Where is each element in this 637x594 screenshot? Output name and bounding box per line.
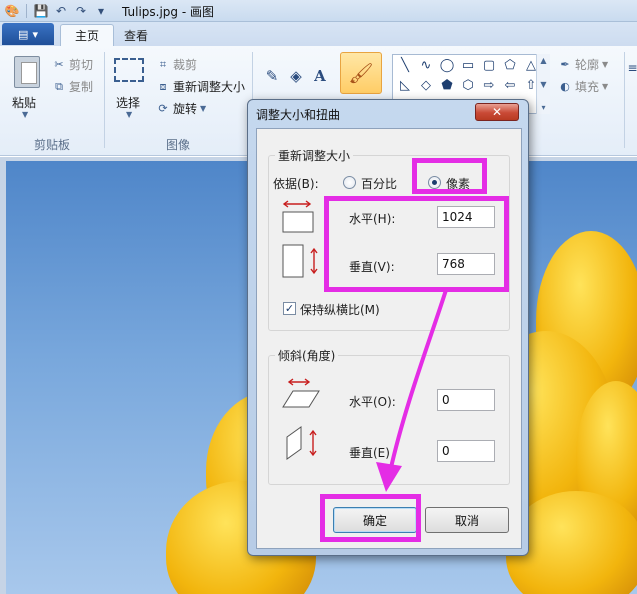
resize-group-legend: 重新调整大小 bbox=[275, 147, 354, 164]
arrow-right-shape-icon[interactable]: ⇨ bbox=[479, 76, 499, 95]
app-menu-button[interactable]: ▤ ▾ bbox=[2, 23, 54, 45]
skew-vertical-input[interactable] bbox=[437, 440, 495, 462]
highlight-ok-button bbox=[320, 494, 421, 542]
skew-group-legend: 倾斜(角度) bbox=[275, 347, 339, 364]
text-tool-icon[interactable]: A bbox=[310, 66, 330, 86]
resize-icon: ⧈ bbox=[159, 79, 167, 93]
size-icon[interactable]: ≡ bbox=[627, 58, 637, 78]
paste-dropdown-icon[interactable]: ▼ bbox=[22, 110, 28, 119]
quick-access-toolbar: 🎨 💾 ↶ ↷ ▾ bbox=[4, 3, 109, 19]
fill-icon: ◐ bbox=[560, 80, 570, 93]
save-icon[interactable]: 💾 bbox=[33, 3, 49, 19]
outline-button[interactable]: ✒ 轮廓 ▼ bbox=[558, 56, 608, 73]
resize-by-label: 依据(B): bbox=[273, 177, 319, 191]
rectangle-shape-icon[interactable]: ▭ bbox=[458, 56, 478, 75]
outline-icon: ✒ bbox=[560, 58, 570, 71]
rotate-dropdown-icon: ▼ bbox=[200, 104, 207, 113]
skew-horizontal-input[interactable] bbox=[437, 389, 495, 411]
menu-list-icon: ▤ bbox=[18, 27, 29, 41]
rotate-label: 旋转 bbox=[173, 102, 198, 116]
brushes-button[interactable]: 🖌 bbox=[340, 52, 382, 94]
crop-icon: ⌗ bbox=[159, 57, 167, 71]
horizontal-resize-icon bbox=[282, 200, 314, 233]
keep-aspect-ratio-checkbox[interactable]: ✓ bbox=[283, 302, 296, 315]
fill-bucket-icon[interactable]: ◈ bbox=[286, 66, 306, 86]
copy-icon: ⧉ bbox=[55, 79, 63, 93]
dialog-title: 调整大小和扭曲 bbox=[256, 108, 341, 122]
scroll-up-icon[interactable]: ▲ bbox=[540, 56, 546, 65]
tab-home[interactable]: 主页 bbox=[60, 24, 115, 46]
fill-dropdown-icon: ▼ bbox=[602, 82, 609, 91]
group-separator bbox=[104, 52, 105, 148]
shapes-scroll[interactable]: ▲ ▼ ▾ bbox=[536, 54, 550, 114]
redo-icon[interactable]: ↷ bbox=[73, 3, 89, 19]
line-shape-icon[interactable]: ╲ bbox=[395, 56, 415, 75]
vertical-resize-icon bbox=[282, 244, 318, 278]
rotate-icon: ⟳ bbox=[158, 102, 168, 115]
oval-shape-icon[interactable]: ◯ bbox=[437, 56, 457, 75]
undo-icon[interactable]: ↶ bbox=[53, 3, 69, 19]
clipboard-group-label: 剪贴板 bbox=[34, 138, 71, 152]
cancel-button[interactable]: 取消 bbox=[425, 507, 509, 533]
paint-app-icon[interactable]: 🎨 bbox=[4, 3, 20, 19]
select-dropdown-icon[interactable]: ▼ bbox=[126, 110, 132, 119]
outline-dropdown-icon: ▼ bbox=[602, 60, 609, 69]
crop-label: 裁剪 bbox=[173, 58, 198, 72]
resize-label: 重新调整大小 bbox=[173, 80, 246, 94]
rounded-rectangle-shape-icon[interactable]: ▢ bbox=[479, 56, 499, 75]
arrow-left-shape-icon[interactable]: ⇦ bbox=[500, 76, 520, 95]
percent-label[interactable]: 百分比 bbox=[361, 175, 397, 192]
scroll-down-icon[interactable]: ▼ bbox=[540, 80, 546, 89]
horizontal-skew-icon bbox=[282, 378, 320, 408]
resize-button[interactable]: ⧈ 重新调整大小 bbox=[156, 78, 246, 95]
dialog-close-button[interactable]: ✕ bbox=[475, 103, 519, 121]
rotate-button[interactable]: ⟳ 旋转 ▼ bbox=[156, 100, 206, 117]
highlight-pixels-option bbox=[412, 158, 487, 194]
chevron-down-icon: ▾ bbox=[32, 27, 38, 41]
diamond-shape-icon[interactable]: ◇ bbox=[416, 76, 436, 95]
customize-dropdown-icon[interactable]: ▾ bbox=[93, 3, 109, 19]
tab-view[interactable]: 查看 bbox=[110, 24, 162, 46]
vertical-skew-icon bbox=[286, 426, 317, 460]
title-bar: 🎨 💾 ↶ ↷ ▾ Tulips.jpg - 画图 bbox=[0, 0, 637, 22]
select-icon[interactable] bbox=[114, 58, 144, 82]
cut-button[interactable]: ✂ 剪切 bbox=[52, 56, 93, 73]
fill-button[interactable]: ◐ 填充 ▼ bbox=[558, 78, 608, 95]
group-separator bbox=[624, 52, 625, 148]
pencil-icon[interactable]: ✎ bbox=[262, 66, 282, 86]
select-button[interactable]: 选择 bbox=[116, 94, 140, 111]
expand-gallery-icon[interactable]: ▾ bbox=[541, 103, 545, 112]
cut-label: 剪切 bbox=[69, 58, 94, 72]
skew-horizontal-label: 水平(O): bbox=[349, 395, 396, 409]
highlight-size-inputs bbox=[324, 196, 509, 292]
pentagon-shape-icon[interactable]: ⬟ bbox=[437, 76, 457, 95]
skew-group: 倾斜(角度) bbox=[268, 347, 510, 485]
crop-button[interactable]: ⌗ 裁剪 bbox=[156, 56, 197, 73]
copy-button[interactable]: ⧉ 复制 bbox=[52, 78, 93, 95]
paste-icon[interactable] bbox=[14, 56, 40, 88]
scissors-icon: ✂ bbox=[54, 58, 64, 71]
curve-shape-icon[interactable]: ∿ bbox=[416, 56, 436, 75]
copy-label: 复制 bbox=[69, 80, 94, 94]
ribbon-tab-bar: ▤ ▾ 主页 查看 bbox=[0, 22, 637, 46]
percent-radio[interactable] bbox=[343, 176, 356, 189]
fill-label: 填充 bbox=[575, 80, 600, 94]
right-triangle-shape-icon[interactable]: ◺ bbox=[395, 76, 415, 95]
window-title: Tulips.jpg - 画图 bbox=[122, 5, 214, 19]
outline-label: 轮廓 bbox=[575, 58, 600, 72]
image-group-label: 图像 bbox=[166, 138, 191, 152]
skew-vertical-label: 垂直(E) bbox=[349, 446, 390, 460]
polygon-shape-icon[interactable]: ⬠ bbox=[500, 56, 520, 75]
keep-aspect-ratio-label[interactable]: 保持纵横比(M) bbox=[300, 301, 380, 318]
brush-icon: 🖌 bbox=[348, 61, 374, 85]
paste-button[interactable]: 粘贴 bbox=[12, 94, 36, 111]
hexagon-shape-icon[interactable]: ⬡ bbox=[458, 76, 478, 95]
qat-separator bbox=[26, 4, 27, 18]
